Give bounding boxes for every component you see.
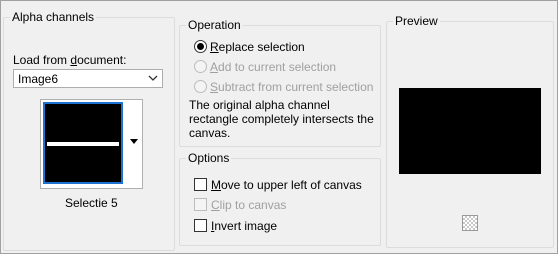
chevron-down-icon: [148, 75, 158, 81]
triangle-down-icon: [130, 139, 138, 144]
channel-thumbnail-picker[interactable]: [40, 99, 143, 189]
document-select-value: Image6: [18, 72, 59, 86]
move-to-upper-left-label[interactable]: Move to upper left of canvas: [211, 178, 362, 192]
clip-to-canvas-label[interactable]: Clip to canvas: [211, 198, 286, 212]
invert-image-checkbox[interactable]: [194, 219, 207, 232]
subtract-from-selection-label[interactable]: Subtract from current selection: [210, 80, 373, 94]
add-to-selection-label[interactable]: Add to current selection: [210, 60, 336, 74]
options-title: Options: [186, 151, 232, 165]
operation-description-line-2: rectangle completely intersects the: [189, 112, 374, 126]
subtract-from-selection-radio[interactable]: [194, 80, 207, 93]
alpha-channel-dialog: Alpha channels Load from document: Image…: [0, 0, 558, 254]
add-to-selection-radio[interactable]: [194, 60, 207, 73]
invert-image-label[interactable]: Invert image: [211, 219, 277, 233]
channel-thumbnail-selection-line: [47, 142, 119, 146]
document-select[interactable]: Image6: [13, 69, 163, 88]
thumbnail-caption: Selectie 5: [65, 196, 118, 210]
operation-description-line-1: The original alpha channel: [189, 98, 330, 112]
preview-image: [399, 88, 541, 174]
transparency-icon[interactable]: [462, 215, 478, 231]
replace-selection-radio[interactable]: [194, 40, 207, 53]
preview-title: Preview: [393, 14, 440, 28]
replace-selection-label[interactable]: Replace selection: [210, 40, 305, 54]
channel-thumbnail[interactable]: [43, 102, 123, 184]
operation-description-line-3: canvas.: [189, 126, 231, 140]
operation-title: Operation: [186, 18, 243, 32]
clip-to-canvas-checkbox[interactable]: [194, 198, 207, 211]
alpha-channels-title: Alpha channels: [10, 10, 97, 24]
thumbnail-dropdown-button[interactable]: [127, 101, 141, 185]
load-from-document-label: Load from document:: [13, 53, 127, 67]
move-to-upper-left-checkbox[interactable]: [194, 178, 207, 191]
